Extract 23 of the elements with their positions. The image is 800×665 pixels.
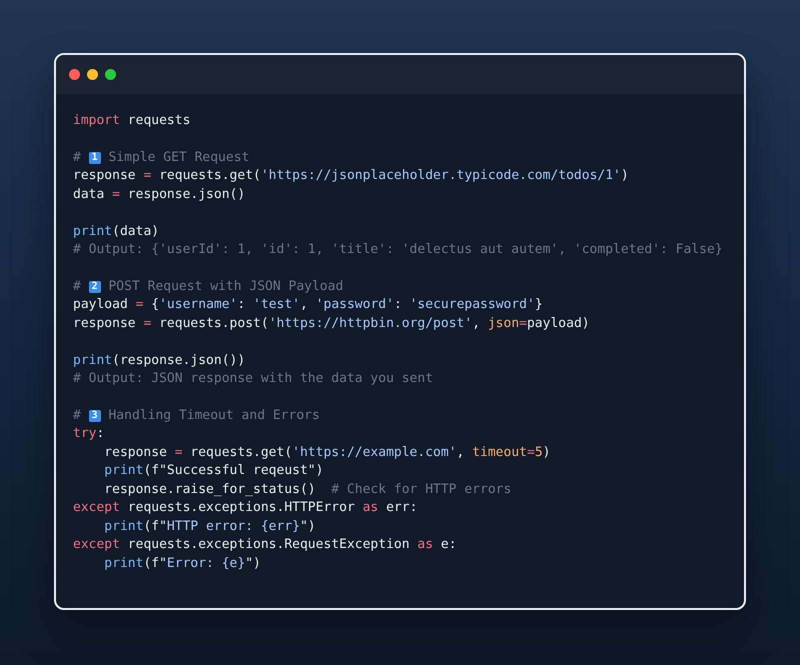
code-line: print(f"Error: {e}"): [104, 554, 261, 572]
window-close-button[interactable]: [69, 69, 80, 80]
code-line: print(f"Successful reqeust"): [104, 462, 324, 480]
code-line: response = requests.get('https://example.com', timeout=5): [104, 444, 550, 462]
code-line: # Output: {'userId': 1, 'id': 1, 'title': 'delectus aut autem', 'completed': False}: [73, 241, 723, 260]
code-line: # Output: JSON response with the data you sent: [73, 370, 434, 388]
code-line: payload = {'username': 'test', 'password': 'securepassword'}: [73, 296, 543, 314]
code-line: response = requests.post('https://httpbin.org/post', json=payload): [73, 314, 590, 333]
code-line: import requests: [73, 112, 190, 130]
code-line: except requests.exceptions.HTTPError as err:: [73, 499, 418, 518]
code-line: print(data): [73, 222, 160, 241]
code-line: print(f"HTTP error: {err}"): [104, 518, 316, 536]
window-minimize-button[interactable]: [87, 69, 98, 80]
code-line: except requests.exceptions.RequestException as e:: [73, 536, 457, 554]
code-line: try:: [73, 425, 104, 444]
code-line: print(response.json()): [73, 352, 246, 370]
code-line: # 1 Simple GET Request: [73, 148, 250, 167]
code-line: response = requests.get('https://jsonplaceholder.typicode.com/todos/1'): [73, 167, 629, 186]
code-line: # 3 Handling Timeout and Errors: [73, 407, 320, 425]
code-line: # 2 POST Request with JSON Payload: [73, 278, 344, 296]
code-line: response.raise_for_status() # Check for HTTP errors: [104, 480, 512, 499]
window-maximize-button[interactable]: [105, 69, 116, 80]
code-line: data = response.json(): [73, 186, 246, 204]
